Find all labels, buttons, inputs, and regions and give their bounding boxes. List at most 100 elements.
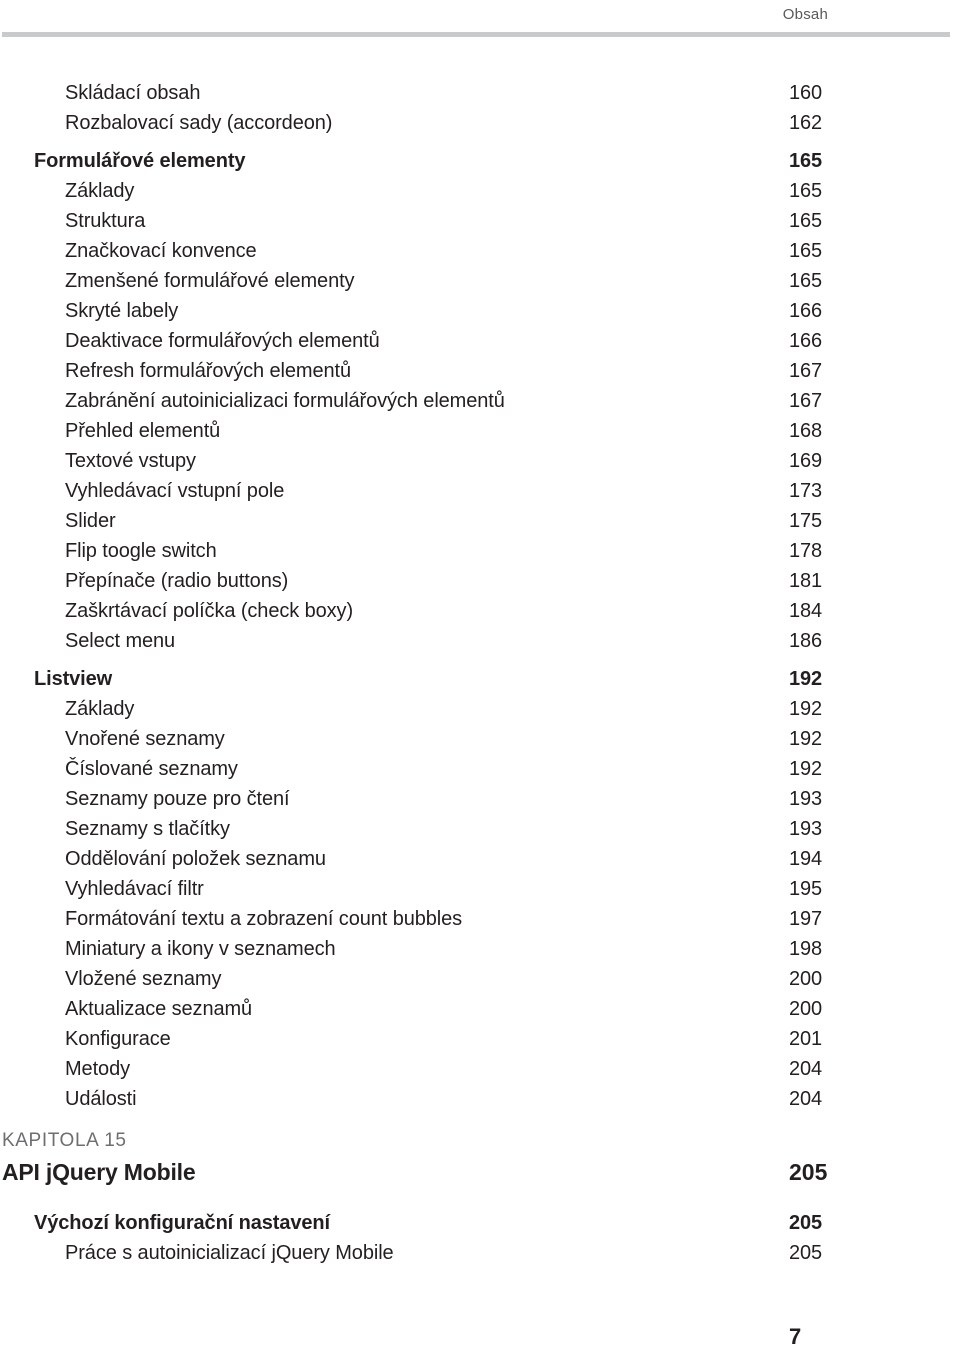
chapter-entry-list: Výchozí konfigurační nastavení 205 Práce s… bbox=[0, 1208, 960, 1268]
toc-entry-label: Struktura bbox=[65, 210, 146, 232]
toc-row[interactable]: Metody 204 bbox=[0, 1054, 960, 1084]
toc-entry-label: Seznamy s tlačítky bbox=[65, 818, 230, 840]
toc-row[interactable]: Značkovací konvence 165 bbox=[0, 236, 960, 266]
toc-entry-page-number: 193 bbox=[789, 788, 823, 810]
toc-entry-page-number: 178 bbox=[789, 540, 823, 562]
toc-row[interactable]: Vyhledávací filtr 195 bbox=[0, 874, 960, 904]
toc-entry-page-number: 194 bbox=[789, 848, 823, 870]
toc-entry-label: Přepínače (radio buttons) bbox=[65, 570, 289, 592]
toc-entry-label: Miniatury a ikony v seznamech bbox=[65, 938, 336, 960]
toc-row[interactable]: Události 204 bbox=[0, 1084, 960, 1114]
toc-entry-page-number: 169 bbox=[789, 450, 823, 472]
toc-entry-page-number: 166 bbox=[789, 300, 823, 322]
toc-row[interactable]: Zaškrtávací políčka (check boxy) 184 bbox=[0, 596, 960, 626]
toc-row[interactable]: Refresh formulářových elementů 167 bbox=[0, 356, 960, 386]
toc-row[interactable]: Skládací obsah 160 bbox=[0, 78, 960, 108]
toc-row[interactable]: Miniatury a ikony v seznamech 198 bbox=[0, 934, 960, 964]
toc-entry-label: Číslované seznamy bbox=[65, 758, 238, 780]
toc-entry-label: Vnořené seznamy bbox=[65, 728, 225, 750]
toc-row[interactable]: Výchozí konfigurační nastavení 205 bbox=[0, 1208, 960, 1238]
toc-entry-label: Základy bbox=[65, 698, 135, 720]
toc-entry-label: Aktualizace seznamů bbox=[65, 998, 253, 1020]
toc-section-label: Výchozí konfigurační nastavení bbox=[34, 1212, 330, 1234]
toc-row[interactable]: Vnořené seznamy 192 bbox=[0, 724, 960, 754]
toc-entry-page-number: 192 bbox=[789, 728, 823, 750]
toc-entry-label: Skládací obsah bbox=[65, 82, 201, 104]
toc-entry-page-number: 205 bbox=[789, 1212, 823, 1234]
toc-entry-label: Události bbox=[65, 1088, 137, 1110]
toc-entry-page-number: 192 bbox=[789, 758, 823, 780]
toc-row[interactable]: Formátování textu a zobrazení count bubb… bbox=[0, 904, 960, 934]
folio-page-number: 7 bbox=[789, 1324, 802, 1349]
toc-entry-page-number: 192 bbox=[789, 668, 823, 690]
toc-entry-page-number: 186 bbox=[789, 630, 823, 652]
toc-row[interactable]: Přepínače (radio buttons) 181 bbox=[0, 566, 960, 596]
toc-row[interactable]: Textové vstupy 169 bbox=[0, 446, 960, 476]
toc-entry-page-number: 175 bbox=[789, 510, 823, 532]
toc-row[interactable]: Zmenšené formulářové elementy 165 bbox=[0, 266, 960, 296]
toc-row[interactable]: Oddělování položek seznamu 194 bbox=[0, 844, 960, 874]
toc-entry-label: Seznamy pouze pro čtení bbox=[65, 788, 290, 810]
toc-row[interactable]: Slider 175 bbox=[0, 506, 960, 536]
toc-row[interactable]: Číslované seznamy 192 bbox=[0, 754, 960, 784]
toc-entry-page-number: 200 bbox=[789, 998, 823, 1020]
toc-section-label: Formulářové elementy bbox=[34, 150, 246, 172]
toc-entry-label: Skryté labely bbox=[65, 300, 179, 322]
toc-row[interactable]: Struktura 165 bbox=[0, 206, 960, 236]
toc-entry-label: Vyhledávací filtr bbox=[65, 878, 204, 900]
chapter-title: API jQuery Mobile bbox=[2, 1159, 196, 1185]
toc-row[interactable]: Seznamy pouze pro čtení 193 bbox=[0, 784, 960, 814]
toc-entry-page-number: 162 bbox=[789, 112, 823, 134]
toc-entry-label: Select menu bbox=[65, 630, 176, 652]
toc-entry-label: Refresh formulářových elementů bbox=[65, 360, 352, 382]
toc-entry-page-number: 168 bbox=[789, 420, 823, 442]
toc-row[interactable]: Formulářové elementy 165 bbox=[0, 146, 960, 176]
toc-entry-page-number: 193 bbox=[789, 818, 823, 840]
chapter-title-row[interactable]: API jQuery Mobile 205 bbox=[0, 1155, 960, 1189]
toc-page: Obsah Skládací obsah 160 Rozbalovací sady … bbox=[0, 0, 960, 1356]
running-head: Obsah bbox=[782, 6, 828, 23]
toc-entry-page-number: 201 bbox=[789, 1028, 823, 1050]
toc-entry-label: Zmenšené formulářové elementy bbox=[65, 270, 355, 292]
toc-entry-page-number: 198 bbox=[789, 938, 823, 960]
toc-entry-label: Oddělování položek seznamu bbox=[65, 848, 326, 870]
toc-row[interactable]: Deaktivace formulářových elementů 166 bbox=[0, 326, 960, 356]
toc-entry-label: Slider bbox=[65, 510, 116, 532]
toc-row[interactable]: Základy 192 bbox=[0, 694, 960, 724]
toc-entry-page-number: 160 bbox=[789, 82, 823, 104]
toc-entry-page-number: 205 bbox=[789, 1242, 823, 1264]
toc-entry-label: Zabránění autoinicializaci formulářových… bbox=[65, 390, 505, 412]
toc-row[interactable]: Základy 165 bbox=[0, 176, 960, 206]
toc-entry-page-number: 165 bbox=[789, 150, 823, 172]
toc-entry-label: Práce s autoinicializací jQuery Mobile bbox=[65, 1242, 394, 1264]
toc-row[interactable]: Aktualizace seznamů 200 bbox=[0, 994, 960, 1024]
toc-entry-page-number: 165 bbox=[789, 180, 823, 202]
toc-entry-page-number: 181 bbox=[789, 570, 823, 592]
toc-list: Skládací obsah 160 Rozbalovací sady (accor… bbox=[0, 78, 960, 1114]
toc-row[interactable]: Flip toogle switch 178 bbox=[0, 536, 960, 566]
chapter-kicker: KAPITOLA 15 bbox=[2, 1130, 127, 1151]
toc-row[interactable]: Select menu 186 bbox=[0, 626, 960, 656]
toc-entry-page-number: 192 bbox=[789, 698, 823, 720]
toc-entry-label: Zaškrtávací políčka (check boxy) bbox=[65, 600, 354, 622]
toc-entry-page-number: 166 bbox=[789, 330, 823, 352]
toc-row[interactable]: Konfigurace 201 bbox=[0, 1024, 960, 1054]
toc-entry-page-number: 165 bbox=[789, 240, 823, 262]
toc-entry-page-number: 167 bbox=[789, 390, 823, 412]
toc-section-label: Listview bbox=[34, 668, 113, 690]
toc-entry-page-number: 184 bbox=[789, 600, 823, 622]
header-rule bbox=[2, 32, 950, 37]
toc-entry-page-number: 204 bbox=[789, 1088, 823, 1110]
toc-entry-label: Rozbalovací sady (accordeon) bbox=[65, 112, 333, 134]
toc-row[interactable]: Rozbalovací sady (accordeon) 162 bbox=[0, 108, 960, 138]
toc-entry-page-number: 200 bbox=[789, 968, 823, 990]
toc-row[interactable]: Skryté labely 166 bbox=[0, 296, 960, 326]
toc-row[interactable]: Práce s autoinicializací jQuery Mobile 20… bbox=[0, 1238, 960, 1268]
toc-row[interactable]: Vyhledávací vstupní pole 173 bbox=[0, 476, 960, 506]
toc-row[interactable]: Zabránění autoinicializaci formulářových… bbox=[0, 386, 960, 416]
toc-row[interactable]: Seznamy s tlačítky 193 bbox=[0, 814, 960, 844]
toc-row[interactable]: Vložené seznamy 200 bbox=[0, 964, 960, 994]
toc-row[interactable]: Přehled elementů 168 bbox=[0, 416, 960, 446]
toc-row[interactable]: Listview 192 bbox=[0, 664, 960, 694]
toc-entry-label: Formátování textu a zobrazení count bubb… bbox=[65, 908, 463, 930]
